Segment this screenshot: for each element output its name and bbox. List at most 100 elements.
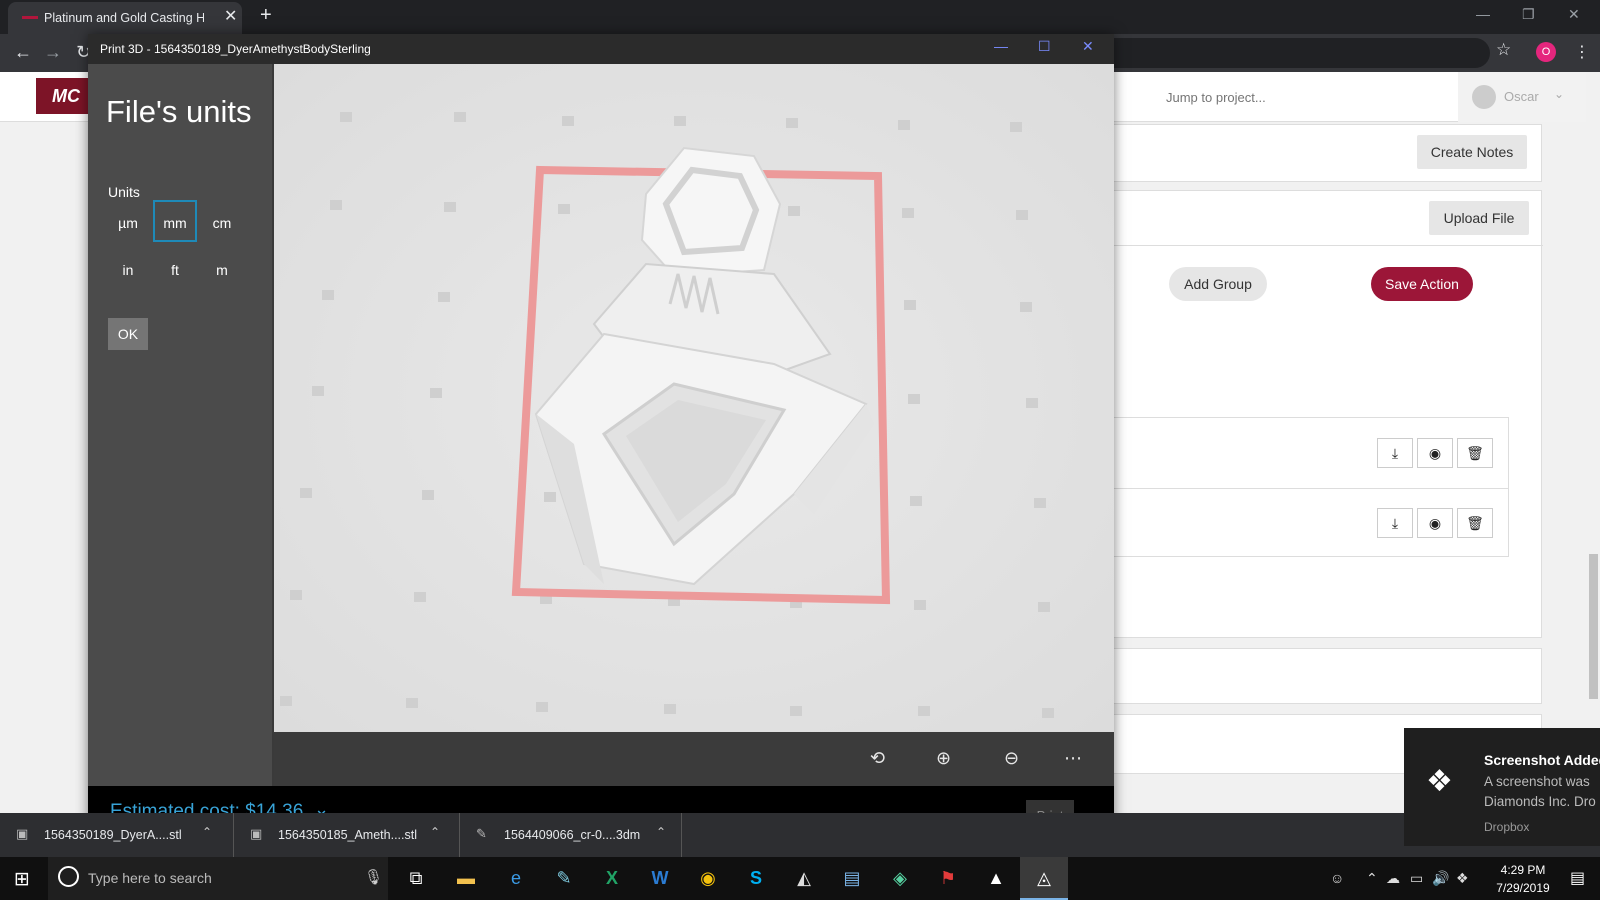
browser-tab-strip: Platinum and Gold Casting House ✕ + — ❐ … bbox=[0, 0, 1600, 34]
rhino-icon[interactable]: ◭ bbox=[780, 857, 828, 900]
minimize-icon[interactable]: — bbox=[1476, 6, 1490, 22]
word-icon[interactable]: W bbox=[636, 857, 684, 900]
unit-option-ft[interactable]: ft bbox=[153, 247, 197, 289]
download-icon[interactable]: ⤓ bbox=[1377, 508, 1413, 538]
tab-title: Platinum and Gold Casting House bbox=[44, 11, 204, 25]
download-item[interactable]: ▣ 1564350189_DyerA....stl ⌃ bbox=[0, 813, 234, 857]
notes-panel: Create Notes bbox=[1100, 124, 1542, 182]
unit-option-cm[interactable]: cm bbox=[200, 200, 244, 242]
onedrive-icon[interactable]: ☁ bbox=[1386, 870, 1400, 887]
forward-icon[interactable]: → bbox=[44, 42, 62, 63]
more-menu-icon[interactable]: ⋮ bbox=[1574, 42, 1590, 62]
file-list: ⤓ ◉ 🗑 ⤓ ◉ 🗑 bbox=[1101, 417, 1509, 557]
file-icon: ▣ bbox=[16, 826, 29, 841]
user-avatar bbox=[1472, 85, 1496, 109]
chevron-down-icon: ⌄ bbox=[1554, 87, 1565, 101]
toast-body-line: A screenshot was bbox=[1484, 774, 1590, 789]
app-icon[interactable]: ▤ bbox=[828, 857, 876, 900]
files-panel: Upload File Add Group Save Action ⤓ ◉ 🗑 … bbox=[1100, 190, 1543, 638]
trash-icon[interactable]: 🗑 bbox=[1457, 438, 1493, 468]
photos-icon[interactable]: ▲ bbox=[972, 857, 1020, 900]
download-item[interactable]: ✎ 1564409066_cr-0....3dm ⌃ bbox=[460, 813, 682, 857]
user-menu[interactable]: Oscar ⌄ bbox=[1458, 72, 1586, 122]
view-eye-icon[interactable]: ◉ bbox=[1417, 508, 1453, 538]
upload-file-button[interactable]: Upload File bbox=[1429, 201, 1529, 235]
unit-option-in[interactable]: in bbox=[106, 247, 150, 289]
clock-date[interactable]: 7/29/2019 bbox=[1488, 881, 1558, 895]
toast-body-line: Diamonds Inc. Dro bbox=[1484, 794, 1596, 809]
clock-time[interactable]: 4:29 PM bbox=[1488, 863, 1558, 877]
downloads-bar: ▣ 1564350189_DyerA....stl ⌃ ▣ 1564350185… bbox=[0, 813, 1600, 857]
profile-avatar[interactable]: O bbox=[1536, 42, 1556, 62]
print3d-taskbar-icon[interactable]: ◬ bbox=[1020, 857, 1068, 900]
unit-option-um[interactable]: µm bbox=[106, 200, 150, 242]
zoom-out-icon[interactable]: ⊖ bbox=[1004, 748, 1019, 769]
add-group-button[interactable]: Add Group bbox=[1169, 267, 1267, 301]
windows-start-icon[interactable]: ⊞ bbox=[14, 868, 30, 891]
download-filename: 1564350189_DyerA....stl bbox=[44, 828, 182, 842]
chevron-up-icon[interactable]: ⌃ bbox=[202, 825, 212, 839]
address-bar[interactable] bbox=[1090, 38, 1490, 68]
site-logo[interactable]: MC bbox=[36, 78, 96, 114]
dropbox-tray-icon[interactable]: ❖ bbox=[1456, 870, 1469, 887]
minimize-icon[interactable]: — bbox=[994, 38, 1008, 54]
chevron-up-icon[interactable]: ⌃ bbox=[430, 825, 440, 839]
cortana-circle-icon bbox=[58, 866, 79, 887]
ok-button[interactable]: OK bbox=[108, 318, 148, 350]
user-name: Oscar bbox=[1504, 89, 1539, 104]
unit-option-mm[interactable]: mm bbox=[153, 200, 197, 242]
paint-icon[interactable]: ✎ bbox=[540, 857, 588, 900]
divider bbox=[1101, 245, 1543, 246]
units-sidebar: File's units Units µm mm cm in ft m OK bbox=[88, 64, 272, 786]
dropbox-notification[interactable]: ❖ Screenshot Added A screenshot was Diam… bbox=[1404, 728, 1600, 846]
chevron-up-icon[interactable]: ⌃ bbox=[1366, 870, 1378, 887]
save-action-button[interactable]: Save Action bbox=[1371, 267, 1473, 301]
chrome-icon[interactable]: ◉ bbox=[684, 857, 732, 900]
3d-viewport[interactable] bbox=[274, 64, 1114, 732]
zoom-in-icon[interactable]: ⊕ bbox=[936, 748, 951, 769]
back-icon[interactable]: ← bbox=[14, 42, 32, 63]
download-filename: 1564350185_Ameth....stl bbox=[278, 828, 417, 842]
acrobat-icon[interactable]: ⚑ bbox=[924, 857, 972, 900]
close-window-icon[interactable]: ✕ bbox=[1568, 6, 1580, 23]
view-eye-icon[interactable]: ◉ bbox=[1417, 438, 1453, 468]
network-icon[interactable]: ▭ bbox=[1410, 870, 1423, 887]
bookmark-star-icon[interactable]: ☆ bbox=[1496, 40, 1511, 60]
scrollbar-thumb[interactable] bbox=[1589, 554, 1598, 699]
microphone-icon[interactable]: 🎙 bbox=[364, 868, 383, 886]
site-favicon-icon bbox=[22, 16, 38, 19]
skype-icon[interactable]: S bbox=[732, 857, 780, 900]
browser-tab[interactable]: Platinum and Gold Casting House ✕ bbox=[8, 2, 242, 34]
volume-icon[interactable]: 🔊 bbox=[1432, 870, 1449, 887]
action-center-icon[interactable]: ▤ bbox=[1570, 868, 1585, 888]
close-tab-icon[interactable]: ✕ bbox=[224, 8, 237, 26]
jump-to-project-input[interactable] bbox=[1158, 80, 1458, 114]
windows-taskbar: ⊞ Type here to search 🎙 ⧉ ▬ e ✎ X W ◉ S … bbox=[0, 857, 1600, 900]
page-scrollbar[interactable] bbox=[1586, 72, 1600, 813]
create-notes-button[interactable]: Create Notes bbox=[1417, 135, 1527, 169]
app-icon[interactable]: ◈ bbox=[876, 857, 924, 900]
close-window-icon[interactable]: ✕ bbox=[1082, 38, 1094, 55]
file-icon: ✎ bbox=[476, 826, 487, 841]
new-tab-button[interactable]: + bbox=[260, 4, 272, 27]
ring-model[interactable] bbox=[534, 146, 874, 586]
print3d-titlebar: Print 3D - 1564350189_DyerAmethystBodySt… bbox=[88, 34, 1114, 64]
excel-icon[interactable]: X bbox=[588, 857, 636, 900]
chevron-up-icon[interactable]: ⌃ bbox=[656, 825, 666, 839]
maximize-icon[interactable]: ☐ bbox=[1038, 38, 1051, 55]
units-label: Units bbox=[108, 184, 140, 200]
download-item[interactable]: ▣ 1564350185_Ameth....stl ⌃ bbox=[234, 813, 460, 857]
download-icon[interactable]: ⤓ bbox=[1377, 438, 1413, 468]
taskbar-search[interactable]: Type here to search 🎙 bbox=[48, 857, 388, 900]
people-icon[interactable]: ☺ bbox=[1330, 870, 1344, 886]
task-view-icon[interactable]: ⧉ bbox=[392, 857, 440, 900]
restore-icon[interactable]: ❐ bbox=[1522, 6, 1535, 23]
toast-title: Screenshot Added bbox=[1484, 752, 1600, 768]
reset-view-icon[interactable]: ⟲ bbox=[870, 748, 885, 769]
file-explorer-icon[interactable]: ▬ bbox=[442, 857, 490, 900]
taskbar-search-placeholder: Type here to search bbox=[88, 870, 212, 886]
unit-option-m[interactable]: m bbox=[200, 247, 244, 289]
trash-icon[interactable]: 🗑 bbox=[1457, 508, 1493, 538]
more-options-icon[interactable]: ⋯ bbox=[1064, 748, 1082, 769]
edge-icon[interactable]: e bbox=[492, 857, 540, 900]
